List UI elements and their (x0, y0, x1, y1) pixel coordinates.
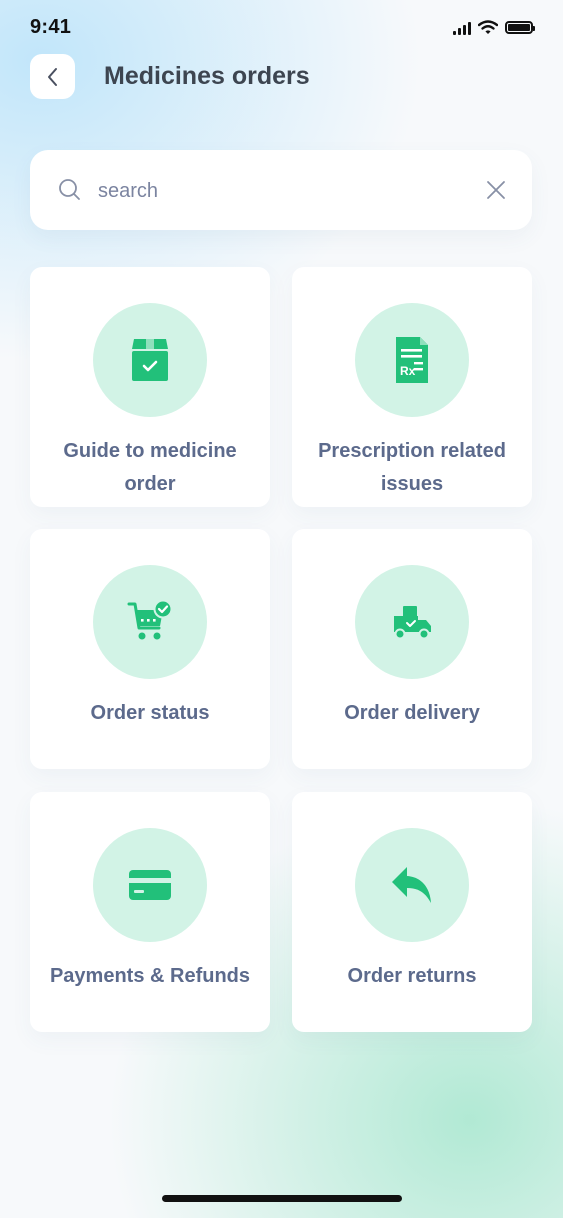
cellular-signal-icon (453, 21, 471, 35)
icon-circle (93, 303, 207, 417)
cart-check-icon (127, 600, 173, 640)
page-title: Medicines orders (104, 62, 310, 90)
icon-circle (355, 828, 469, 942)
card-label: Prescription related issues (318, 440, 506, 495)
card-label: Order status (90, 702, 210, 724)
category-card-order-status[interactable]: Order status (30, 529, 270, 769)
icon-circle (93, 828, 207, 942)
icon-circle (355, 565, 469, 679)
status-icons (453, 20, 535, 35)
reply-arrow-icon (392, 867, 431, 903)
search-input[interactable] (96, 170, 470, 212)
package-check-icon (132, 339, 168, 381)
category-card-guide[interactable]: Guide to medicine order (30, 267, 270, 507)
wifi-icon (478, 20, 498, 34)
search-bar (30, 150, 532, 230)
header: Medicines orders (30, 54, 533, 100)
search-icon (59, 179, 80, 200)
close-icon[interactable] (486, 180, 506, 200)
category-card-prescription[interactable]: Rx Prescription related issues (292, 267, 532, 507)
delivery-truck-icon (394, 606, 431, 640)
prescription-icon: Rx (396, 337, 428, 383)
icon-circle: Rx (355, 303, 469, 417)
card-label: Order returns (347, 965, 477, 987)
card-label: Order delivery (344, 702, 480, 724)
icon-circle (93, 565, 207, 679)
card-label: Guide to medicine order (63, 440, 237, 495)
category-card-delivery[interactable]: Order delivery (292, 529, 532, 769)
home-indicator (162, 1195, 402, 1202)
svg-text:Rx: Rx (400, 364, 416, 378)
status-time: 9:41 (30, 16, 72, 38)
status-bar: 9:41 (0, 0, 563, 56)
category-card-returns[interactable]: Order returns (292, 792, 532, 1032)
battery-icon (505, 21, 535, 34)
back-button[interactable] (30, 54, 75, 99)
card-label: Payments & Refunds (49, 965, 251, 987)
category-card-payments[interactable]: Payments & Refunds (30, 792, 270, 1032)
credit-card-icon (129, 870, 171, 900)
chevron-left-icon (47, 67, 57, 86)
